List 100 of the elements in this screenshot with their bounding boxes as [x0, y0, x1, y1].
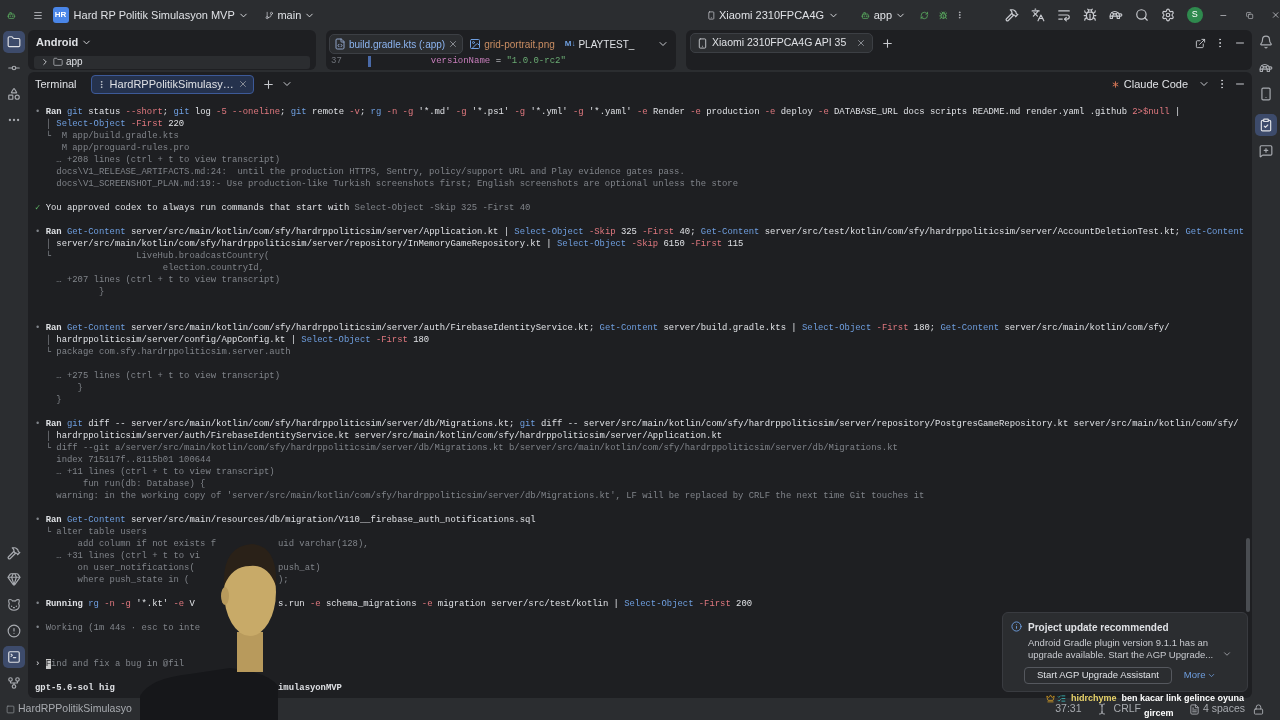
settings-icon[interactable]	[1160, 8, 1175, 22]
alert-icon	[7, 624, 21, 638]
notification-body: Android Gradle plugin version 9.1.1 has an upgrade available. Start the AGP Upgrade...	[1028, 637, 1215, 661]
chat-icon	[1259, 144, 1273, 158]
line-separator[interactable]: CRLF	[1113, 701, 1141, 717]
terminal-line: └ M app/build.gradle.kts	[44, 130, 179, 142]
code-line: versionName = "1.0.0-rc2"	[430, 54, 566, 68]
bug-icon[interactable]	[1082, 8, 1097, 22]
change-marker	[367, 56, 371, 67]
chat-message: gircem	[1144, 708, 1174, 719]
terminal-line: └ LiveHub.broadcastCountry(	[44, 250, 270, 262]
caret-position[interactable]: 37:31	[1055, 701, 1082, 717]
terminal-line: gpt-5.6-sol hig	[35, 682, 115, 694]
branch-selector[interactable]: main	[277, 6, 316, 24]
debug-icon[interactable]	[938, 8, 948, 22]
terminal-line: └ alter table users	[44, 526, 147, 538]
terminal-tab[interactable]: HardRPPolitikSimulasy…	[90, 74, 254, 94]
tree-item[interactable]: app	[34, 55, 310, 69]
run-config-selector[interactable]: app	[873, 6, 907, 24]
turtle-icon[interactable]	[1108, 8, 1123, 22]
hammer-icon	[7, 546, 21, 560]
terminal-line: }	[55, 394, 62, 406]
clipboard-icon	[1259, 118, 1273, 132]
device-icon	[697, 37, 708, 49]
device-icon	[1259, 87, 1273, 101]
close-icon[interactable]	[237, 79, 248, 89]
editor-tab[interactable]: M↓ PLAYTEST_	[560, 34, 639, 54]
chevron-icon	[40, 57, 50, 67]
editor-tab[interactable]: grid-portrait.png	[465, 34, 559, 54]
line-number: 37	[331, 54, 342, 68]
shapes-icon	[7, 87, 21, 101]
editor-tab[interactable]: build.gradle.kts (:app)	[329, 34, 464, 54]
terminal-button[interactable]	[3, 646, 25, 668]
panel-title: Terminal	[35, 76, 77, 92]
lock-icon[interactable]	[1253, 703, 1264, 715]
clipboard-button[interactable]	[1255, 114, 1277, 136]
tab-label: HardRPPolitikSimulasy…	[109, 76, 234, 92]
notifications-icon	[1259, 35, 1273, 49]
terminal-line: • Ran git status --short; git log -5 --oneline; git remote -v; rg -n -g '*.md' -g '*.ps1' -g '*.yml' -g '*.yaml' -e Render -e production -e deploy -e DATABASE_URL docs scripts README.md render.yaml .github 2>$null |	[35, 106, 1181, 118]
upgrade-button[interactable]: Start AGP Upgrade Assistant	[1024, 667, 1172, 684]
terminal-line: • Ran Get-Content server/src/main/resources/db/migration/V110__firebase_auth_notifications.sql	[35, 514, 536, 526]
terminal-line: push_at)	[278, 562, 321, 574]
more-link[interactable]: More	[1183, 668, 1217, 683]
info-icon	[1011, 621, 1022, 632]
terminal-line: index 715117f..8115b01 100644	[55, 454, 211, 466]
chat-message: ben kacar link gelince oyuna	[1121, 693, 1245, 704]
restore-icon[interactable]	[1246, 9, 1254, 21]
terminal-line: • Ran Get-Content server/src/main/kotlin/com/sfy/hardrppoliticsim/server/auth/FirebaseIdentityService.kt; Get-Content server/build.gradle.kts | Select-Object -First 180; Get-Content server/src/main/kotlin/com/sfy/	[35, 322, 1170, 334]
gem-icon	[7, 572, 21, 586]
terminal-line: ✓ You approved codex to always run commands that start with Select-Object -Skip 325 -First 40	[35, 202, 531, 214]
terminal-line: }	[97, 286, 105, 298]
terminal-line: }	[76, 382, 83, 394]
open-window-icon[interactable]	[1195, 37, 1206, 49]
terminal-line: docs\V1_RELEASE_ARTIFACTS.md:24: until the production HTTPS, Sentry, policy/support URL and Play evidence gates pass.	[55, 166, 685, 178]
crown-badge-icon	[1046, 694, 1055, 703]
terminal-line: );	[278, 574, 289, 586]
folder-button[interactable]	[3, 31, 25, 53]
view-selector[interactable]: Android	[34, 34, 93, 51]
avatar[interactable]: S	[1186, 7, 1203, 23]
project-breadcrumb[interactable]: HardRPPolitikSimulasyo	[18, 701, 132, 717]
terminal-line: … +11 lines (ctrl + t to view transcript)	[55, 466, 275, 478]
wrap-icon[interactable]	[1056, 8, 1071, 22]
device-tab[interactable]: Xiaomi 2310FPCA4G API 35	[690, 33, 874, 53]
terminal-line: … +208 lines (ctrl + t to view transcript)	[55, 154, 280, 166]
module-icon	[6, 704, 15, 714]
add-icon[interactable]	[261, 77, 275, 91]
terminal-line: … +207 lines (ctrl + t to view transcript)	[55, 274, 280, 286]
project-badge: HR	[52, 7, 69, 23]
terminal-line: docs\V1_SCREENSHOT_PLAN.md:19:- Use production-like Turkish screenshots first; English screenshots are optional unless the store	[55, 178, 738, 190]
terminal-line: s.run -e schema_migrations -e migration server/src/test/kotlin | Select-Object -First 200	[278, 598, 753, 610]
close-icon[interactable]	[856, 38, 867, 48]
terminal-line: … +275 lines (ctrl + t to view transcript)	[55, 370, 280, 382]
agent-selector[interactable]: Claude Code	[1109, 75, 1188, 93]
terminal-line: M app/proguard-rules.pro	[60, 142, 190, 154]
terminal-line: • Working (1m 44s · esc to inte	[35, 622, 201, 634]
terminal-line: on user_notifications(	[76, 562, 195, 574]
image-icon	[469, 38, 482, 50]
device-selector[interactable]: Xiaomi 2310FPCA4G	[718, 6, 840, 24]
add-icon[interactable]	[881, 37, 895, 50]
git-icon	[7, 676, 21, 690]
expand-icon[interactable]	[1222, 649, 1232, 659]
file-type-label: M↓	[564, 38, 576, 50]
translate-icon[interactable]	[1030, 8, 1045, 22]
terminal-line: warning: in the working copy of 'server/src/main/kotlin/com/sfy/hardrppoliticsim/server/db/Migrations.kt', LF will be replaced by CRLF the next time Git touches it	[55, 490, 925, 502]
project-selector[interactable]: Hard RP Politik Simulasyon MVP	[73, 6, 249, 24]
scrollbar[interactable]	[1246, 538, 1250, 612]
terminal-line: │ server/src/main/kotlin/com/sfy/hardrppoliticsim/server/repository/InMemoryGameRepository.kt | Select-Object -Skip 6150 -First 115	[44, 238, 744, 250]
folder-icon	[7, 35, 21, 49]
terminal-line: fun run(db: Database) {	[81, 478, 206, 490]
cat-icon	[7, 598, 21, 612]
terminal-line: │ hardrppoliticsim/server/config/AppConfig.kt | Select-Object -First 180	[44, 334, 430, 346]
terminal-line: │ hardrppoliticsim/server/auth/FirebaseIdentityService.kt server/src/main/kotlin/com/sfy/hardrppoliticsim/server/Application.kt	[44, 430, 723, 442]
terminal-line: └ diff --git a/server/src/main/kotlin/com/sfy/hardrppoliticsim/server/db/Migrations.kt b/server/src/main/kotlin/com/sfy/hardrppoliticsim/server/db/Migrations.kt	[44, 442, 898, 454]
tree-label: app	[66, 57, 83, 67]
terminal-line: • Running rg -n -g '*.kt' -e V	[35, 598, 195, 610]
search-icon[interactable]	[1134, 8, 1149, 22]
close-icon[interactable]	[448, 39, 459, 49]
terminal-line: add column if not exists f	[76, 538, 217, 550]
document-icon	[1188, 703, 1200, 715]
hammer-icon[interactable]	[1004, 8, 1019, 22]
